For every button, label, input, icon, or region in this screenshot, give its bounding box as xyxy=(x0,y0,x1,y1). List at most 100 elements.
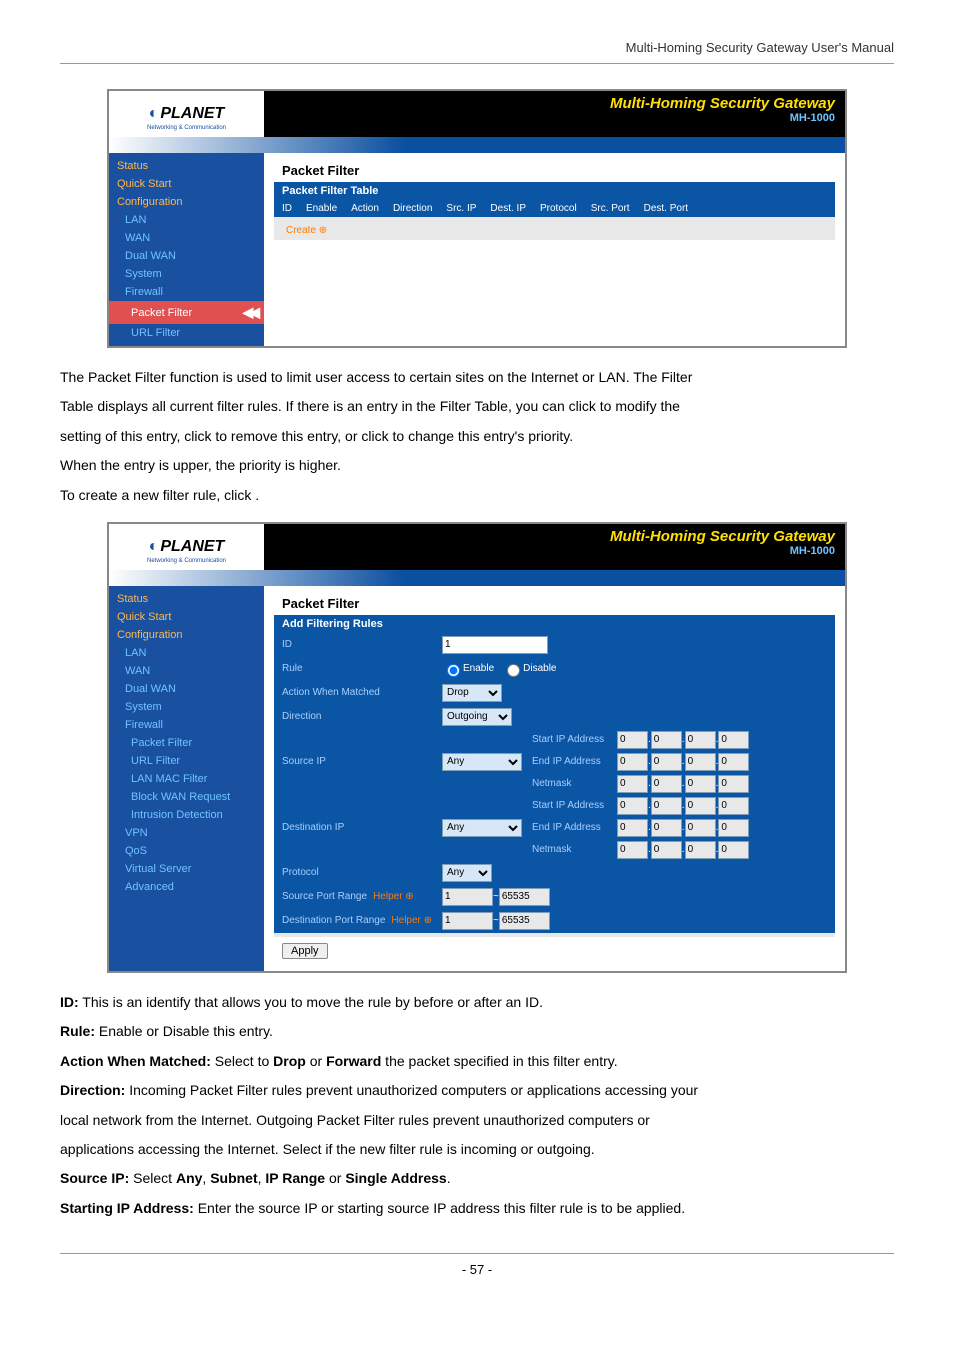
srcip-select[interactable]: Any xyxy=(442,753,522,771)
sidebar-item-firewall[interactable]: Firewall xyxy=(109,283,264,301)
brand-logo: ◐PLANET Networking & Communication xyxy=(109,91,264,137)
sidebar-item-vserver[interactable]: Virtual Server xyxy=(109,860,264,878)
col-id: ID xyxy=(282,203,292,214)
sidebar-item-status[interactable]: Status xyxy=(109,157,264,175)
col-srcport: Src. Port xyxy=(591,203,630,214)
screenshot-add-filter-rules: ◐PLANET Networking & Communication Multi… xyxy=(107,522,847,973)
ip-octet-input[interactable] xyxy=(651,819,682,837)
paragraph-1: The Packet Filter function is used to li… xyxy=(60,363,894,510)
product-title: Multi-Homing Security Gateway MH-1000 xyxy=(264,91,845,137)
row-srcport: Source Port RangeHelper ⊕ ~ xyxy=(274,885,835,909)
row-destport: Destination Port RangeHelper ⊕ ~ xyxy=(274,909,835,933)
ip-octet-input[interactable] xyxy=(617,775,648,793)
sidebar-item-vpn[interactable]: VPN xyxy=(109,824,264,842)
sidebar-item-lanmac[interactable]: LAN MAC Filter xyxy=(109,770,264,788)
helper-link[interactable]: Helper ⊕ xyxy=(373,891,414,902)
ip-octet-input[interactable] xyxy=(718,819,749,837)
sidebar-item-status[interactable]: Status xyxy=(109,590,264,608)
port-from-input[interactable] xyxy=(442,912,493,930)
ip-octet-input[interactable] xyxy=(718,753,749,771)
sidebar-item-lan[interactable]: LAN xyxy=(109,644,264,662)
protocol-select[interactable]: Any xyxy=(442,864,492,882)
destip-select[interactable]: Any xyxy=(442,819,522,837)
ip-octet-input[interactable] xyxy=(651,841,682,859)
ip-octet-input[interactable] xyxy=(685,841,716,859)
ip-octet-input[interactable] xyxy=(718,775,749,793)
startip-label: Start IP Address xyxy=(532,800,617,811)
sidebar-item-wan[interactable]: WAN xyxy=(109,229,264,247)
ip-octet-input[interactable] xyxy=(651,797,682,815)
sidebar-item-lan[interactable]: LAN xyxy=(109,211,264,229)
sidebar-item-configuration[interactable]: Configuration xyxy=(109,193,264,211)
ip-octet-input[interactable] xyxy=(718,731,749,749)
ip-octet-input[interactable] xyxy=(685,775,716,793)
panel-title: Packet Filter xyxy=(274,592,835,615)
ip-octet-input[interactable] xyxy=(651,731,682,749)
row-rule: Rule Enable Disable xyxy=(274,657,835,681)
sidebar-item-qos[interactable]: QoS xyxy=(109,842,264,860)
sidebar-item-urlfilter[interactable]: URL Filter xyxy=(109,752,264,770)
ip-octet-input[interactable] xyxy=(685,731,716,749)
col-direction: Direction xyxy=(393,203,432,214)
ip-octet-input[interactable] xyxy=(617,841,648,859)
sidebar-item-advanced[interactable]: Advanced xyxy=(109,878,264,896)
sidebar-item-firewall[interactable]: Firewall xyxy=(109,716,264,734)
port-to-input[interactable] xyxy=(499,888,550,906)
ip-octet-input[interactable] xyxy=(685,753,716,771)
netmask-label: Netmask xyxy=(532,844,617,855)
page-header: Multi-Homing Security Gateway User's Man… xyxy=(60,40,894,64)
brand-logo: ◐PLANET Networking & Communication xyxy=(109,524,264,570)
sidebar-item-system[interactable]: System xyxy=(109,265,264,283)
row-dest-ip: Destination IP Any Start IP Address ... … xyxy=(274,795,835,861)
col-action: Action xyxy=(351,203,379,214)
ip-octet-input[interactable] xyxy=(718,841,749,859)
sidebar-nav: Status Quick Start Configuration LAN WAN… xyxy=(109,153,264,346)
col-srcip: Src. IP xyxy=(446,203,476,214)
ip-octet-input[interactable] xyxy=(685,797,716,815)
sidebar-item-wan[interactable]: WAN xyxy=(109,662,264,680)
sidebar-item-blockwan[interactable]: Block WAN Request xyxy=(109,788,264,806)
action-select[interactable]: Drop xyxy=(442,684,502,702)
rule-disable-radio[interactable] xyxy=(507,664,520,677)
ip-octet-input[interactable] xyxy=(651,753,682,771)
sidebar-item-urlfilter[interactable]: URL Filter xyxy=(109,324,264,342)
main-panel: Packet Filter Packet Filter Table ID Ena… xyxy=(264,153,845,346)
ip-octet-input[interactable] xyxy=(617,797,648,815)
main-panel-form: Packet Filter Add Filtering Rules ID Rul… xyxy=(264,586,845,971)
ip-octet-input[interactable] xyxy=(685,819,716,837)
port-to-input[interactable] xyxy=(499,912,550,930)
ip-octet-input[interactable] xyxy=(718,797,749,815)
sidebar-item-dualwan[interactable]: Dual WAN xyxy=(109,680,264,698)
create-row: Create ⊕ xyxy=(274,217,835,240)
sidebar-item-intrusion[interactable]: Intrusion Detection xyxy=(109,806,264,824)
create-plus-icon: ⊕ xyxy=(319,225,327,236)
sidebar-item-quickstart[interactable]: Quick Start xyxy=(109,175,264,193)
sidebar-item-system[interactable]: System xyxy=(109,698,264,716)
screenshot-packet-filter-list: ◐PLANET Networking & Communication Multi… xyxy=(107,89,847,348)
row-source-ip: Source IP Any Start IP Address ... End I… xyxy=(274,729,835,795)
page-footer: - 57 - xyxy=(60,1253,894,1277)
helper-link[interactable]: Helper ⊕ xyxy=(391,915,432,926)
sidebar-item-packetfilter[interactable]: Packet Filter◀◀ xyxy=(109,301,264,324)
panel-subtitle: Add Filtering Rules xyxy=(274,615,835,633)
ip-octet-input[interactable] xyxy=(617,819,648,837)
direction-select[interactable]: Outgoing xyxy=(442,708,512,726)
sidebar-item-dualwan[interactable]: Dual WAN xyxy=(109,247,264,265)
sidebar-nav: Status Quick Start Configuration LAN WAN… xyxy=(109,586,264,971)
rule-enable-radio[interactable] xyxy=(447,664,460,677)
id-input[interactable] xyxy=(442,636,548,654)
sidebar-item-packetfilter[interactable]: Packet Filter xyxy=(109,734,264,752)
sidebar-item-configuration[interactable]: Configuration xyxy=(109,626,264,644)
port-from-input[interactable] xyxy=(442,888,493,906)
netmask-label: Netmask xyxy=(532,778,617,789)
ip-octet-input[interactable] xyxy=(651,775,682,793)
row-protocol: Protocol Any xyxy=(274,861,835,885)
ip-octet-input[interactable] xyxy=(617,731,648,749)
active-arrows-icon: ◀◀ xyxy=(242,304,256,321)
col-protocol: Protocol xyxy=(540,203,577,214)
ip-octet-input[interactable] xyxy=(617,753,648,771)
create-link[interactable]: Create ⊕ xyxy=(286,225,327,236)
apply-button[interactable]: Apply xyxy=(282,943,328,959)
sidebar-item-quickstart[interactable]: Quick Start xyxy=(109,608,264,626)
row-action: Action When Matched Drop xyxy=(274,681,835,705)
